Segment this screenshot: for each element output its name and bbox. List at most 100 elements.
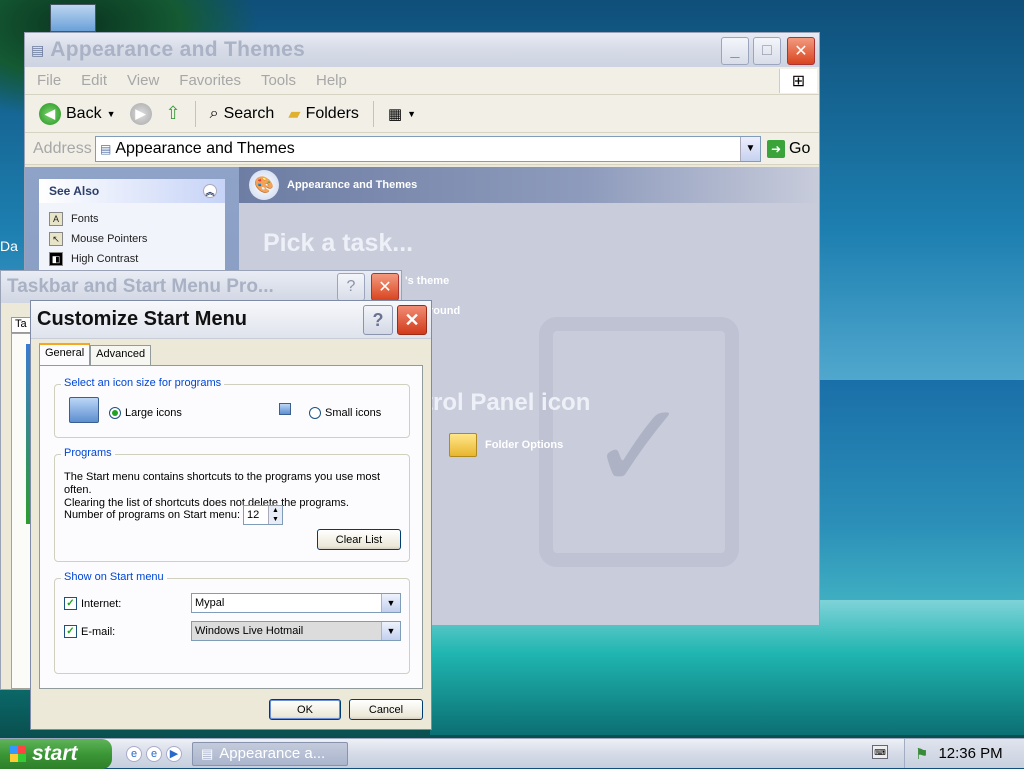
small-icons-option[interactable]: Small icons bbox=[309, 407, 381, 419]
email-label: E-mail: bbox=[81, 625, 116, 638]
internet-explorer-icon[interactable]: e bbox=[126, 745, 142, 762]
help-button[interactable]: ? bbox=[337, 273, 365, 301]
views-icon: ▦ bbox=[387, 105, 403, 123]
keyboard-icon[interactable]: ⌨ bbox=[872, 745, 888, 759]
folder-icon: ▤ bbox=[31, 41, 45, 58]
task-change-background[interactable]: round bbox=[429, 305, 460, 317]
desktop-computer-icon[interactable] bbox=[50, 4, 96, 32]
tab-advanced[interactable]: Advanced bbox=[90, 345, 152, 365]
explorer-titlebar[interactable]: ▤ Appearance and Themes bbox=[25, 33, 819, 67]
address-label: Address bbox=[33, 139, 92, 157]
task-change-theme[interactable]: 's theme bbox=[405, 275, 449, 287]
browser-icon[interactable]: e bbox=[146, 745, 162, 762]
email-option[interactable]: ✓ E-mail: bbox=[64, 625, 115, 638]
ok-button[interactable]: OK bbox=[269, 699, 341, 720]
media-player-icon[interactable]: ▶ bbox=[166, 745, 182, 762]
menu-help[interactable]: Help bbox=[316, 72, 347, 89]
see-also-header[interactable]: See Also ︽ bbox=[39, 179, 225, 203]
menu-bar: File Edit View Favorites Tools Help bbox=[25, 67, 819, 95]
go-button[interactable]: ➜ Go bbox=[767, 139, 810, 158]
address-dropdown-icon[interactable]: ▼ bbox=[740, 136, 760, 161]
clear-list-button[interactable]: Clear List bbox=[317, 529, 401, 550]
spinner-arrows-icon[interactable]: ▲ ▼ bbox=[268, 506, 282, 524]
see-also-label: High Contrast bbox=[71, 253, 139, 265]
system-tray: ⚑ 12:36 PM bbox=[904, 739, 1024, 768]
control-panel-icon-heading: trol Panel icon bbox=[425, 389, 591, 416]
cancel-button[interactable]: Cancel bbox=[349, 699, 423, 720]
search-icon: ⌕ bbox=[209, 104, 219, 122]
toolbar-separator bbox=[372, 100, 374, 127]
see-also-high-contrast[interactable]: ◧ High Contrast bbox=[49, 249, 215, 269]
back-dropdown-icon[interactable]: ▼ bbox=[107, 109, 116, 119]
internet-label: Internet: bbox=[81, 597, 122, 610]
back-label: Back bbox=[66, 104, 102, 122]
folder-options-link[interactable]: Folder Options bbox=[449, 433, 563, 457]
small-computer-icon bbox=[279, 403, 291, 415]
large-icons-radio[interactable] bbox=[109, 407, 121, 419]
mouse-pointer-icon: ↖ bbox=[49, 232, 63, 246]
programs-desc-line1: The Start menu contains shortcuts to the… bbox=[64, 471, 381, 496]
forward-button[interactable]: ▶ bbox=[126, 101, 156, 127]
see-also-fonts[interactable]: A Fonts bbox=[49, 209, 215, 229]
menu-file[interactable]: File bbox=[37, 72, 61, 89]
banner-title: Appearance and Themes bbox=[287, 179, 418, 191]
taskbar-item-appearance[interactable]: ▤ Appearance a... bbox=[192, 741, 348, 766]
close-button[interactable]: ✕ bbox=[787, 37, 815, 65]
up-button[interactable]: ⇧ bbox=[162, 101, 185, 126]
email-select[interactable]: Windows Live Hotmail ▼ bbox=[191, 621, 401, 641]
fonts-icon: A bbox=[49, 212, 63, 226]
see-also-panel: See Also ︽ A Fonts ↖ Mouse Pointers ◧ High … bbox=[39, 179, 225, 275]
views-dropdown-icon: ▼ bbox=[407, 108, 417, 119]
chevron-down-icon[interactable]: ▼ bbox=[381, 594, 400, 612]
menu-tools[interactable]: Tools bbox=[261, 72, 296, 89]
forward-arrow-icon: ▶ bbox=[129, 102, 152, 125]
email-value: Windows Live Hotmail bbox=[195, 625, 304, 637]
menu-view[interactable]: View bbox=[127, 72, 159, 89]
folders-icon: ▰ bbox=[288, 105, 301, 123]
search-button[interactable]: ⌕ Search bbox=[206, 103, 279, 125]
minimize-button[interactable]: _ bbox=[721, 37, 749, 65]
taskbar-item-label: Appearance a... bbox=[219, 745, 326, 762]
internet-checkbox[interactable]: ✓ bbox=[64, 597, 77, 610]
icon-size-legend: Select an icon size for programs bbox=[61, 377, 225, 389]
folder-options-icon bbox=[449, 433, 477, 457]
large-icons-label: Large icons bbox=[125, 407, 182, 419]
close-button[interactable]: ✕ bbox=[371, 273, 399, 301]
search-label: Search bbox=[223, 104, 275, 122]
address-bar: Address ▤ Appearance and Themes ▼ ➜ Go bbox=[25, 133, 819, 165]
internet-option[interactable]: ✓ Internet: bbox=[64, 597, 121, 610]
close-button[interactable]: ✕ bbox=[397, 305, 427, 335]
large-icons-option[interactable]: Large icons bbox=[109, 407, 182, 419]
start-button[interactable]: start bbox=[0, 738, 112, 769]
email-checkbox[interactable]: ✓ bbox=[64, 625, 77, 638]
desktop-icon-label[interactable]: Da bbox=[0, 238, 18, 254]
program-count-label: Number of programs on Start menu: bbox=[64, 509, 241, 521]
menu-edit[interactable]: Edit bbox=[81, 72, 107, 89]
clock[interactable]: 12:36 PM bbox=[938, 745, 1002, 762]
folder-up-icon: ⇧ bbox=[165, 103, 181, 123]
network-icon[interactable]: ⚑ bbox=[915, 745, 928, 763]
show-legend: Show on Start menu bbox=[61, 571, 167, 583]
window-title: Appearance and Themes bbox=[50, 38, 306, 61]
internet-select[interactable]: Mypal ▼ bbox=[191, 593, 401, 613]
large-computer-icon bbox=[69, 397, 99, 423]
pick-task-heading: Pick a task... bbox=[263, 229, 414, 257]
maximize-button[interactable]: □ bbox=[753, 37, 781, 65]
program-count-spinner[interactable]: 12 ▲ ▼ bbox=[243, 505, 283, 525]
folders-button[interactable]: ▰ Folders bbox=[284, 102, 363, 126]
help-button[interactable]: ? bbox=[363, 305, 393, 335]
small-icons-radio[interactable] bbox=[309, 407, 321, 419]
views-button[interactable]: ▦ ▼ bbox=[384, 103, 420, 125]
menu-favorites[interactable]: Favorites bbox=[179, 72, 241, 89]
chevron-down-icon[interactable]: ▼ bbox=[381, 622, 400, 640]
address-input[interactable]: ▤ Appearance and Themes ▼ bbox=[95, 135, 761, 162]
see-also-mouse-pointers[interactable]: ↖ Mouse Pointers bbox=[49, 229, 215, 249]
tab-general[interactable]: General bbox=[39, 343, 91, 365]
tab-strip: General Advanced bbox=[39, 343, 152, 365]
back-button[interactable]: ◀ Back ▼ bbox=[35, 101, 120, 127]
start-label: start bbox=[32, 741, 78, 765]
programs-legend: Programs bbox=[61, 447, 115, 459]
taskbar: start e e ▶ ▤ Appearance a... ⌨ ⚑ 12:36 … bbox=[0, 738, 1024, 769]
collapse-chevron-icon[interactable]: ︽ bbox=[203, 184, 217, 198]
toolbar: ◀ Back ▼ ▶ ⇧ ⌕ Search ▰ Folders ▦ ▼ bbox=[25, 95, 819, 133]
